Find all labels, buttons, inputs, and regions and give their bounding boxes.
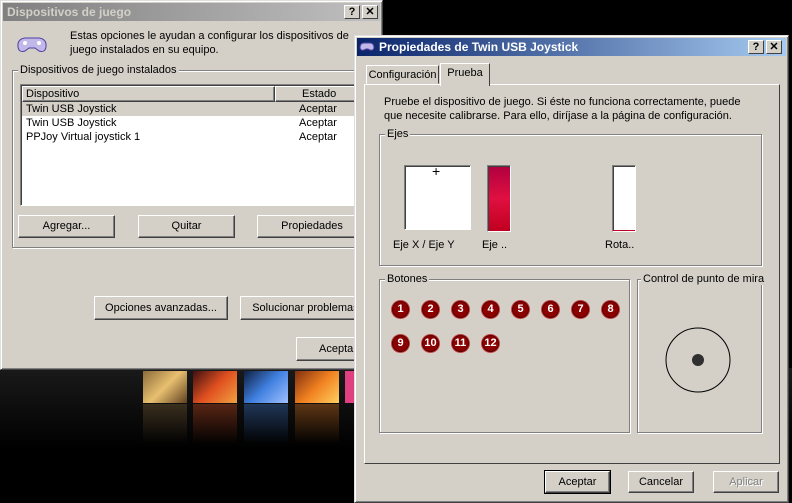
joystick-button-3: 3 [452, 301, 469, 318]
apply-label: Aplicar [729, 476, 763, 488]
joystick-button-2: 2 [422, 301, 439, 318]
close-button[interactable]: ✕ [362, 5, 378, 19]
device-status: Aceptar [299, 117, 337, 129]
game-controllers-window: Dispositivos de juego ? ✕ Estas opciones… [0, 0, 385, 370]
joystick-button-9: 9 [392, 335, 409, 352]
device-status: Aceptar [299, 103, 337, 115]
title-bar: Dispositivos de juego [3, 3, 380, 21]
joystick-button-8: 8 [602, 301, 619, 318]
joystick-button-12: 12 [482, 335, 499, 352]
help-button[interactable]: ? [344, 5, 360, 19]
device-name: Twin USB Joystick [26, 103, 117, 115]
tab-panel: Pruebe el dispositivo de juego. Si éste … [364, 84, 780, 464]
list-item[interactable]: Twin USB Joystick Aceptar [22, 116, 382, 130]
joystick-properties-window: Propiedades de Twin USB Joystick ? ✕ Con… [354, 35, 789, 503]
wallpaper-reflection [295, 404, 339, 444]
wallpaper-thumbnail [193, 371, 237, 403]
joystick-icon [17, 37, 47, 52]
joystick-button-11: 11 [452, 335, 469, 352]
axes-label: Ejes [385, 128, 411, 140]
close-button[interactable]: ✕ [766, 40, 782, 54]
joystick-button-5: 5 [512, 301, 529, 318]
device-status: Aceptar [299, 131, 337, 143]
pov-indicator [665, 327, 731, 393]
apply-button[interactable]: Aplicar [713, 471, 779, 493]
cancel-button[interactable]: Cancelar [628, 471, 694, 493]
remove-button[interactable]: Quitar [138, 215, 235, 238]
add-button[interactable]: Agregar... [18, 215, 115, 238]
ok-button[interactable]: Aceptar [544, 470, 611, 494]
wallpaper-reflection [244, 404, 288, 444]
joystick-button-6: 6 [542, 301, 559, 318]
help-button[interactable]: ? [748, 40, 764, 54]
joystick-icon [359, 42, 375, 51]
device-name: Twin USB Joystick [26, 117, 117, 129]
tab-prueba[interactable]: Prueba [440, 63, 490, 86]
buttons-group [379, 279, 630, 433]
wallpaper-thumbnail [244, 371, 288, 403]
rotation-axis-bar [612, 165, 636, 232]
group-label: Dispositivos de juego instalados [18, 64, 179, 76]
window-title: Propiedades de Twin USB Joystick [379, 40, 579, 54]
buttons-label: Botones [385, 273, 430, 285]
properties-button[interactable]: Propiedades [257, 215, 367, 238]
joystick-button-7: 7 [572, 301, 589, 318]
wallpaper-reflection [193, 404, 237, 444]
list-item[interactable]: Twin USB Joystick Aceptar [22, 102, 382, 116]
window-title: Dispositivos de juego [7, 5, 132, 19]
z-axis-label: Eje .. [482, 239, 508, 251]
crosshair-icon: + [432, 163, 441, 179]
rotation-level [613, 230, 635, 231]
xy-axis-label: Eje X / Eje Y [393, 239, 455, 251]
device-name: PPJoy Virtual joystick 1 [26, 131, 141, 143]
rotation-axis-label: Rota.. [605, 239, 635, 251]
column-header-device[interactable]: Dispositivo [22, 86, 275, 102]
title-bar: Propiedades de Twin USB Joystick [357, 38, 786, 56]
z-axis-bar [487, 165, 511, 232]
joystick-button-4: 4 [482, 301, 499, 318]
wallpaper-reflection [143, 404, 187, 444]
wallpaper-thumbnail [295, 371, 339, 403]
devices-list[interactable]: Dispositivo Estado Twin USB Joystick Ace… [20, 84, 385, 206]
pov-label: Control de punto de mira [641, 273, 767, 285]
test-description: Pruebe el dispositivo de juego. Si éste … [384, 96, 741, 122]
list-item[interactable]: PPJoy Virtual joystick 1 Aceptar [22, 130, 382, 144]
joystick-button-10: 10 [422, 335, 439, 352]
joystick-button-1: 1 [392, 301, 409, 318]
xy-axis-display: + [404, 163, 471, 230]
advanced-options-button[interactable]: Opciones avanzadas... [94, 296, 228, 320]
intro-text: Estas opciones le ayudan a configurar lo… [70, 30, 349, 56]
wallpaper-thumbnail [143, 371, 187, 403]
tab-configuracion[interactable]: Configuración [366, 65, 439, 84]
